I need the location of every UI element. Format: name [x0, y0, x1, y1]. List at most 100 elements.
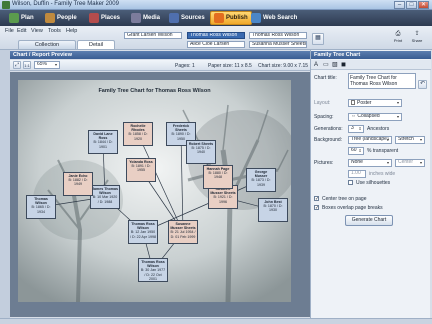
person-dates: B: 1921 / D: 1996 — [213, 195, 233, 204]
chevron-down-icon: ▾ — [396, 114, 399, 119]
options-toolbar: A ▭ ▧ ◼ — [311, 60, 431, 70]
plan-icon — [9, 13, 19, 23]
focus-person-combo[interactable]: Thomas Ross Wilson — [249, 32, 307, 39]
person-box[interactable]: Hannah Page B: 1880 / D: 1948 — [203, 165, 233, 189]
title-bar: Wilson, Duffin - Family Tree Maker 2009 … — [0, 0, 432, 10]
transparency-stepper[interactable]: 60 ⇕ — [348, 147, 364, 155]
close-button[interactable]: ✕ — [418, 1, 429, 9]
person-box[interactable]: James Thomas Wilson B: 10 Mar 1920 / D: 1… — [90, 185, 120, 209]
person-dates: B: 1844 / D: 1901 — [93, 140, 113, 149]
person-box[interactable]: Thomas Wilson B: 1865 / D: 1934 — [26, 195, 56, 219]
nav-places[interactable]: Places — [86, 11, 123, 25]
title-options-button[interactable]: ↶ — [418, 80, 427, 89]
picture-width-stepper[interactable]: 1.00 — [348, 170, 366, 178]
silhouettes-checkbox[interactable] — [348, 180, 353, 185]
menu-file[interactable]: File — [5, 28, 14, 34]
tab-detail[interactable]: Detail — [77, 40, 115, 49]
main-nav: Plan People Places Media Sources Publish… — [0, 10, 432, 26]
status-bar — [0, 318, 432, 324]
menu-help[interactable]: Help — [66, 28, 77, 34]
person-name: George Musser — [254, 170, 268, 179]
nav-media[interactable]: Media — [128, 11, 163, 25]
center-tree-label: Center tree on page — [322, 196, 367, 202]
spacing-select[interactable]: ⇔ Collapsed ▾ — [348, 113, 402, 121]
nav-people[interactable]: People — [42, 11, 80, 25]
format-text-icon[interactable]: A — [314, 61, 318, 69]
person-dates: B: 1880 / D: 1948 — [208, 171, 228, 180]
person-dates: B: 1865 / D: 1934 — [31, 205, 51, 214]
center-tree-checkbox[interactable]: ✓ — [314, 196, 319, 202]
person-box[interactable]: Thomas Ross Wilson B: 12 Jan 1950 / D: 22… — [128, 220, 158, 244]
background-mode-select[interactable]: Stretch ▾ — [395, 136, 425, 144]
generations-label: Generations: — [314, 126, 343, 132]
selected-person-combo[interactable]: Thomas Ross Wilson — [187, 32, 245, 39]
person-dates: B: 21 Jul 1954 / D: 01 Feb 1999 — [170, 230, 196, 239]
actual-size-button[interactable]: 1:1 — [23, 61, 31, 69]
other-parent-combo[interactable]: Susanna Musser Sheets — [249, 41, 307, 48]
person-box[interactable]: David Lane Ross B: 1844 / D: 1901 — [88, 130, 118, 154]
person-box[interactable]: Janie Echo B: 1882 / D: 1949 — [63, 172, 93, 196]
left-gutter — [0, 50, 10, 318]
preview-header: Chart / Report Preview — [10, 51, 310, 59]
preview-toolbar: ⤢ 1:1 65% ▾ Pages: 1 Paper size: 11 x 8.5… — [10, 60, 310, 71]
pictures-select[interactable]: None ▾ — [348, 159, 392, 167]
share-icon: ⇪ — [414, 31, 420, 37]
background-icon[interactable]: ▧ — [332, 61, 338, 69]
person-box[interactable]: Rochelle Rhodes B: 1858 / D: 1920 — [123, 122, 153, 146]
overlap-label: Boxes overlap page breaks — [322, 205, 383, 211]
chart-title-label: Chart title: — [314, 75, 337, 81]
person-name: James Thomas Wilson — [92, 187, 118, 196]
print-button[interactable]: ⎙ Print — [392, 30, 404, 47]
zoom-select[interactable]: 65% ▾ — [34, 61, 60, 69]
person-box[interactable]: John Best B: 1870 / D: 1930 — [258, 198, 288, 222]
layout-select[interactable]: Poster ▾ — [348, 99, 402, 107]
person-dates: B: 1882 / D: 1949 — [68, 178, 88, 187]
chevron-down-icon: ▾ — [386, 160, 389, 165]
chart-title-field[interactable]: Family Tree Chart for Thomas Ross Wilson — [348, 73, 416, 89]
nav-sources[interactable]: Sources — [166, 11, 208, 25]
maximize-button[interactable]: □ — [406, 1, 417, 9]
nav-web-search[interactable]: Web Search — [248, 11, 300, 25]
minimize-button[interactable]: – — [394, 1, 405, 9]
background-label: Background: — [314, 137, 343, 143]
person-dates: B: 1875 / D: 1940 — [191, 146, 211, 155]
printer-icon: ⎙ — [395, 31, 401, 37]
menu-tools[interactable]: Tools — [48, 28, 61, 34]
box-style-icon[interactable]: ▭ — [323, 61, 329, 69]
nav-publish[interactable]: Publish — [210, 11, 252, 25]
family-view-button[interactable]: ▦ — [312, 33, 324, 45]
stepper-icon: ⇕ — [358, 148, 362, 153]
primary-person-combo[interactable]: Grant Larsen Wilson — [124, 32, 182, 39]
menu-edit[interactable]: Edit — [17, 28, 26, 34]
person-dates: B: 1873 / D: 1939 — [251, 178, 271, 187]
pictures-align-select[interactable]: Center ▾ — [395, 159, 425, 167]
person-name: Thomas Ross Wilson — [131, 222, 155, 231]
family-icon: ▦ — [315, 35, 321, 41]
generate-chart-button[interactable]: Generate Chart — [345, 215, 393, 226]
overlap-checkbox[interactable]: ✓ — [314, 205, 319, 211]
share-button[interactable]: ⇪ Share — [410, 30, 424, 47]
person-box[interactable]: Susanne Musser Sheets B: 21 Jul 1954 / D:… — [168, 220, 198, 244]
app-icon — [2, 1, 10, 9]
chart-preview-area[interactable]: Family Tree Chart for Thomas Ross Wilson… — [10, 72, 310, 317]
save-settings-icon[interactable]: ◼ — [341, 61, 346, 69]
person-dates: B: 1870 / D: 1930 — [263, 204, 283, 213]
generations-stepper[interactable]: 3 ⇕ — [348, 125, 364, 133]
person-dates: B: 1858 / D: 1920 — [128, 132, 148, 141]
media-icon — [131, 13, 141, 23]
person-box[interactable]: George Musser B: 1873 / D: 1939 — [246, 168, 276, 192]
tab-collection[interactable]: Collection — [18, 40, 76, 49]
actual-size-icon: 1:1 — [24, 63, 30, 68]
person-dates: B: 30 Jan 1977 / D: 22 Oct 2001 — [140, 268, 166, 281]
fit-button[interactable]: ⤢ — [13, 61, 21, 69]
silhouettes-label: Use silhouettes — [356, 180, 391, 186]
background-select[interactable]: Tree (landscape) ▾ — [348, 136, 392, 144]
person-box[interactable]: Robert Sheets B: 1875 / D: 1940 — [186, 140, 216, 164]
chart-size-label: Chart size: 9.00 x 7.15 — [258, 63, 309, 69]
person-box[interactable]: Thomas Ross Wilson B: 30 Jan 1977 / D: 22… — [138, 258, 168, 282]
paper-size-label: Paper size: 11 x 8.5 — [208, 63, 252, 69]
menu-view[interactable]: View — [31, 28, 43, 34]
person-box[interactable]: Yolanda Ross B: 1891 / D: 1955 — [126, 158, 156, 182]
nav-plan[interactable]: Plan — [6, 11, 37, 25]
spouse-combo[interactable]: Alice Cloe Larsen — [187, 41, 245, 48]
